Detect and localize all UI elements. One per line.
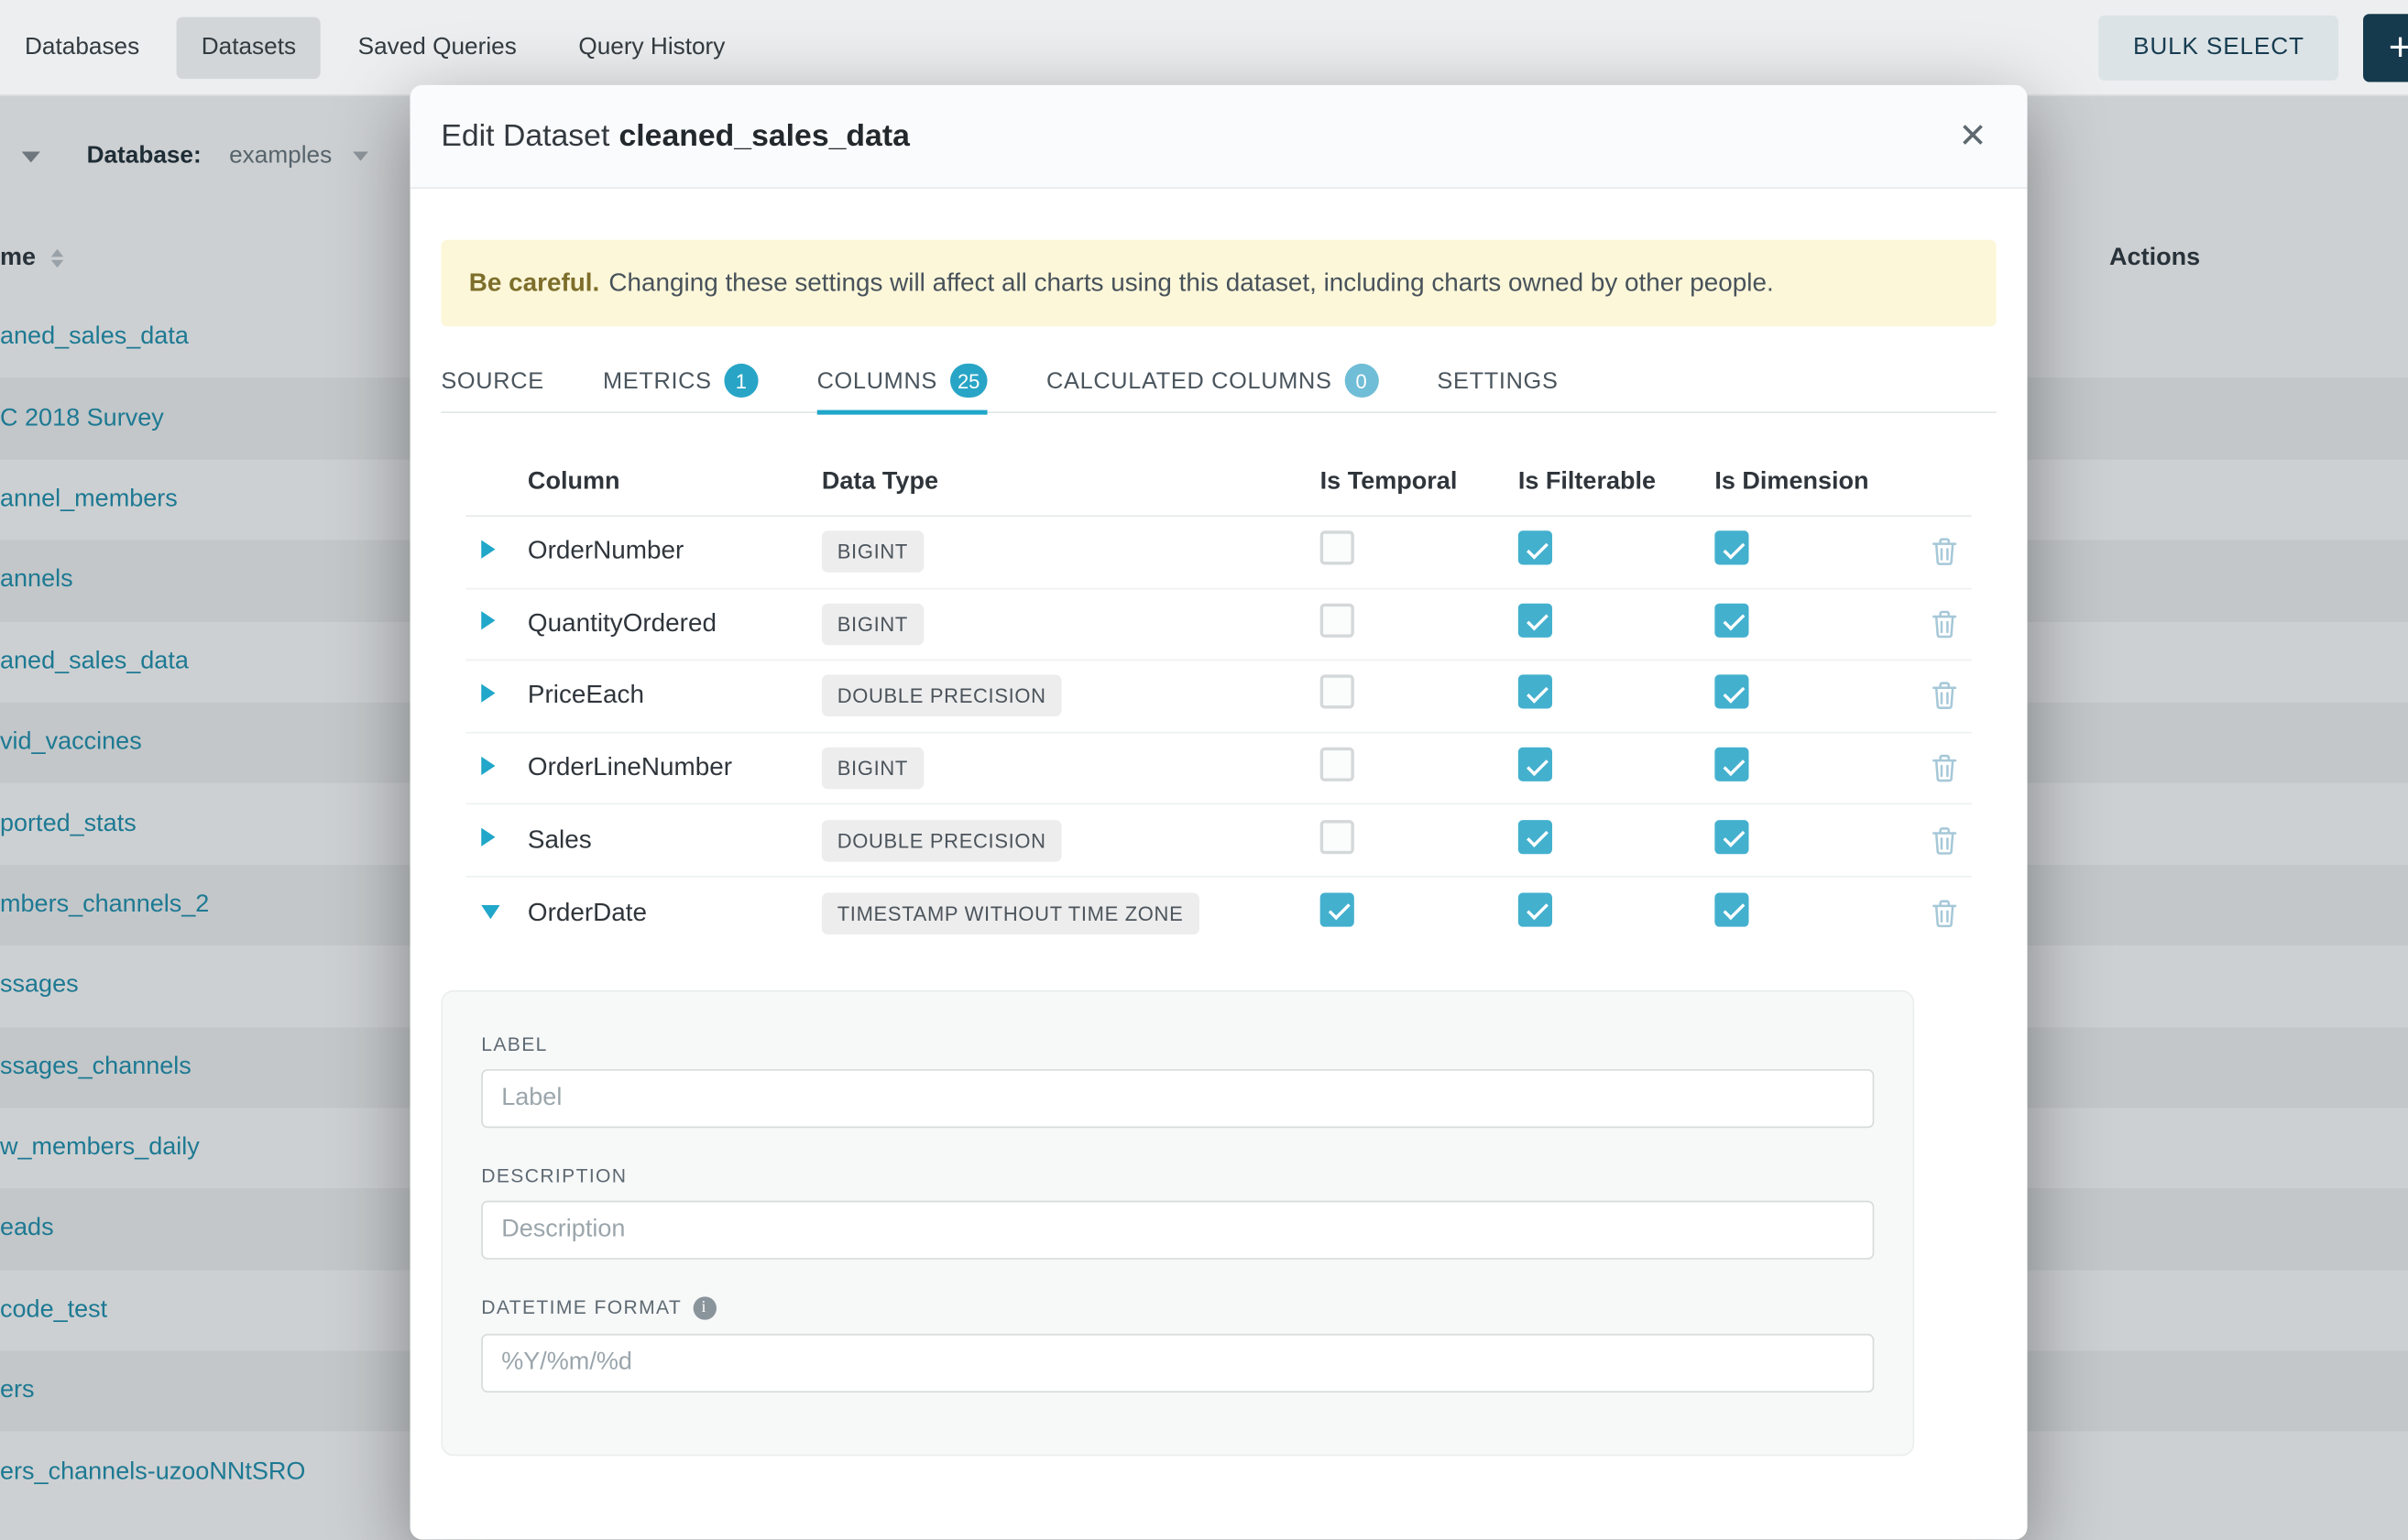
dimension-checkbox[interactable] — [1714, 531, 1748, 565]
column-name: QuantityOrdered — [528, 609, 822, 639]
nav-right-actions: BULK SELECT + — [2099, 13, 2408, 81]
nav-item-databases[interactable]: Databases — [0, 16, 164, 79]
column-row: PriceEach DOUBLE PRECISION — [465, 661, 1971, 733]
tab-calculated-columns[interactable]: CALCULATED COLUMNS0 — [1046, 350, 1378, 412]
nav-item-datasets[interactable]: Datasets — [177, 16, 321, 79]
tab-settings[interactable]: SETTINGS — [1437, 350, 1558, 412]
label-input[interactable] — [481, 1068, 1874, 1127]
column-detail-panel: LABEL DESCRIPTION DATETIME FORMAT i — [441, 989, 1914, 1455]
sort-icon[interactable] — [51, 249, 64, 268]
column-name: OrderDate — [528, 899, 822, 928]
filterable-checkbox[interactable] — [1518, 531, 1552, 565]
expand-caret-icon[interactable] — [481, 540, 495, 558]
name-column-header[interactable]: me — [0, 245, 36, 272]
delete-column-button[interactable] — [1916, 538, 1973, 567]
column-name: OrderLineNumber — [528, 754, 822, 783]
filterable-checkbox[interactable] — [1518, 675, 1552, 709]
column-name: OrderNumber — [528, 538, 822, 567]
data-type-pill: TIMESTAMP WITHOUT TIME ZONE — [822, 892, 1199, 934]
column-name: PriceEach — [528, 682, 822, 711]
header-is-dimension: Is Dimension — [1714, 468, 1916, 496]
nav-item-query-history[interactable]: Query History — [553, 16, 750, 79]
column-row: OrderNumber BIGINT — [465, 517, 1971, 589]
chevron-down-icon[interactable] — [354, 152, 369, 161]
filterable-checkbox[interactable] — [1518, 820, 1552, 854]
header-column: Column — [528, 468, 822, 496]
tab-badge: 0 — [1344, 364, 1378, 398]
description-field-label: DESCRIPTION — [481, 1164, 1874, 1186]
datetime-format-field-label: DATETIME FORMAT i — [481, 1296, 1874, 1319]
dimension-checkbox[interactable] — [1714, 892, 1748, 926]
modal-tabs: SOURCE METRICS1 COLUMNS25 CALCULATED COL… — [441, 350, 1996, 413]
warning-banner: Be careful. Changing these settings will… — [441, 240, 1996, 327]
temporal-checkbox[interactable] — [1320, 604, 1354, 638]
temporal-checkbox[interactable] — [1320, 531, 1354, 565]
data-type-pill: BIGINT — [822, 604, 924, 646]
temporal-checkbox[interactable] — [1320, 748, 1354, 781]
database-filter-label: Database: — [87, 142, 202, 169]
tab-source[interactable]: SOURCE — [441, 350, 543, 412]
dimension-checkbox[interactable] — [1714, 748, 1748, 781]
column-row: Sales DOUBLE PRECISION — [465, 805, 1971, 878]
modal-header: Edit Dataset cleaned_sales_data ✕ — [410, 85, 2028, 189]
modal-title-dataset: cleaned_sales_data — [619, 118, 910, 152]
description-input[interactable] — [481, 1200, 1874, 1259]
temporal-checkbox[interactable] — [1320, 892, 1354, 926]
delete-column-button[interactable] — [1916, 609, 1973, 639]
modal-title-prefix: Edit Dataset — [441, 118, 609, 152]
expand-caret-icon[interactable] — [481, 828, 495, 846]
delete-column-button[interactable] — [1916, 754, 1973, 783]
data-type-pill: DOUBLE PRECISION — [822, 675, 1062, 717]
dimension-checkbox[interactable] — [1714, 820, 1748, 854]
temporal-checkbox[interactable] — [1320, 675, 1354, 709]
close-icon[interactable]: ✕ — [1958, 119, 1987, 153]
data-type-pill: BIGINT — [822, 531, 924, 573]
datetime-format-input[interactable] — [481, 1333, 1874, 1392]
expand-caret-icon[interactable] — [481, 612, 495, 630]
data-type-pill: DOUBLE PRECISION — [822, 820, 1062, 862]
column-row: OrderDate TIMESTAMP WITHOUT TIME ZONE — [465, 878, 1971, 950]
expand-caret-icon[interactable] — [481, 905, 499, 919]
database-filter-value[interactable]: examples — [229, 142, 332, 169]
header-is-filterable: Is Filterable — [1518, 468, 1714, 496]
add-dataset-button[interactable]: + — [2363, 13, 2408, 81]
columns-table-header: Column Data Type Is Temporal Is Filterab… — [465, 449, 1971, 517]
top-nav: Databases Datasets Saved Queries Query H… — [0, 0, 2408, 96]
screen: Databases Datasets Saved Queries Query H… — [0, 0, 2408, 1480]
modal-title: Edit Dataset cleaned_sales_data — [441, 118, 910, 154]
nav-item-saved-queries[interactable]: Saved Queries — [334, 16, 542, 79]
delete-column-button[interactable] — [1916, 682, 1973, 711]
column-name: Sales — [528, 825, 822, 855]
expand-caret-icon[interactable] — [481, 683, 495, 702]
tab-badge: 25 — [950, 364, 988, 398]
delete-column-button[interactable] — [1916, 825, 1973, 855]
filterable-checkbox[interactable] — [1518, 748, 1552, 781]
filterable-checkbox[interactable] — [1518, 604, 1552, 638]
tab-badge: 1 — [724, 364, 758, 398]
tab-columns[interactable]: COLUMNS25 — [817, 350, 988, 412]
dimension-checkbox[interactable] — [1714, 604, 1748, 638]
data-type-pill: BIGINT — [822, 748, 924, 790]
info-icon: i — [693, 1296, 716, 1319]
temporal-checkbox[interactable] — [1320, 820, 1354, 854]
warning-bold-text: Be careful. — [469, 268, 600, 298]
header-is-temporal: Is Temporal — [1320, 468, 1518, 496]
bulk-select-button[interactable]: BULK SELECT — [2099, 15, 2338, 80]
chevron-down-icon[interactable] — [22, 151, 40, 162]
actions-column-header: Actions — [2109, 245, 2200, 272]
label-field-label: LABEL — [481, 1032, 1874, 1054]
filterable-checkbox[interactable] — [1518, 892, 1552, 926]
column-row: OrderLineNumber BIGINT — [465, 733, 1971, 805]
modal-body: Be careful. Changing these settings will… — [410, 240, 2028, 1502]
columns-table: Column Data Type Is Temporal Is Filterab… — [465, 449, 1971, 949]
delete-column-button[interactable] — [1916, 899, 1973, 928]
expand-caret-icon[interactable] — [481, 756, 495, 774]
dimension-checkbox[interactable] — [1714, 675, 1748, 709]
tab-metrics[interactable]: METRICS1 — [603, 350, 758, 412]
warning-text: Changing these settings will affect all … — [608, 268, 1773, 298]
edit-dataset-modal: Edit Dataset cleaned_sales_data ✕ Be care… — [410, 85, 2028, 1540]
column-row: QuantityOrdered BIGINT — [465, 589, 1971, 661]
header-data-type: Data Type — [822, 468, 1320, 496]
